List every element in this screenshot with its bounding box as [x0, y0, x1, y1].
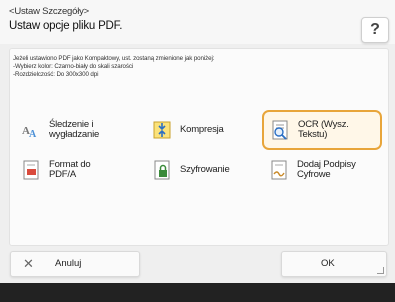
- encryption-button[interactable]: Szyfrowanie: [145, 151, 261, 189]
- pdfa-icon: [20, 159, 42, 181]
- info-line: Jeżeli ustawiono PDF jako Kompaktowy, us…: [13, 55, 215, 62]
- info-text: Jeżeli ustawiono PDF jako Kompaktowy, us…: [13, 55, 214, 80]
- corner-mark-icon: [377, 267, 384, 274]
- info-line: -Rozdzielczość: Do 300x300 dpi: [13, 71, 99, 79]
- cancel-button[interactable]: ✕ Anuluj: [10, 251, 140, 277]
- pdfa-label: Format do PDF/A: [49, 158, 91, 180]
- help-icon: ?: [370, 21, 380, 38]
- cancel-label: Anuluj: [55, 258, 82, 269]
- compression-icon: [151, 119, 173, 141]
- header: <Ustaw Szczegóły> Ustaw opcje pliku PDF.…: [0, 0, 395, 44]
- compression-button[interactable]: Kompresja: [145, 111, 261, 149]
- trace-smooth-button[interactable]: A A Śledzenie i wygładzanie: [14, 111, 130, 149]
- ocr-label: OCR (Wysz. Tekstu): [298, 118, 349, 140]
- bottom-bar: [0, 283, 395, 302]
- digital-signature-icon: [268, 159, 290, 181]
- trace-smooth-icon: A A: [20, 119, 42, 141]
- compression-label: Kompresja: [180, 123, 224, 135]
- ocr-icon: [269, 119, 291, 141]
- encryption-icon: [151, 159, 173, 181]
- help-button[interactable]: ?: [361, 17, 389, 43]
- page-title: Ustaw opcje pliku PDF.: [9, 20, 123, 32]
- pdfa-button[interactable]: Format do PDF/A: [14, 151, 130, 189]
- close-icon: ✕: [23, 256, 34, 271]
- ok-label: OK: [321, 258, 335, 269]
- ocr-button[interactable]: OCR (Wysz. Tekstu): [262, 110, 382, 150]
- digital-signature-label: Dodaj Podpisy Cyfrowe: [297, 158, 356, 180]
- info-line: -Wybierz kolor: Czarno-biały do skali sz…: [13, 63, 134, 71]
- trace-smooth-label: Śledzenie i wygładzanie: [49, 118, 100, 140]
- ok-button[interactable]: OK: [281, 251, 387, 277]
- digital-signature-button[interactable]: Dodaj Podpisy Cyfrowe: [262, 151, 380, 189]
- svg-text:A: A: [29, 129, 37, 140]
- encryption-label: Szyfrowanie: [180, 163, 230, 175]
- breadcrumb: <Ustaw Szczegóły>: [9, 6, 90, 17]
- screen: <Ustaw Szczegóły> Ustaw opcje pliku PDF.…: [0, 0, 395, 302]
